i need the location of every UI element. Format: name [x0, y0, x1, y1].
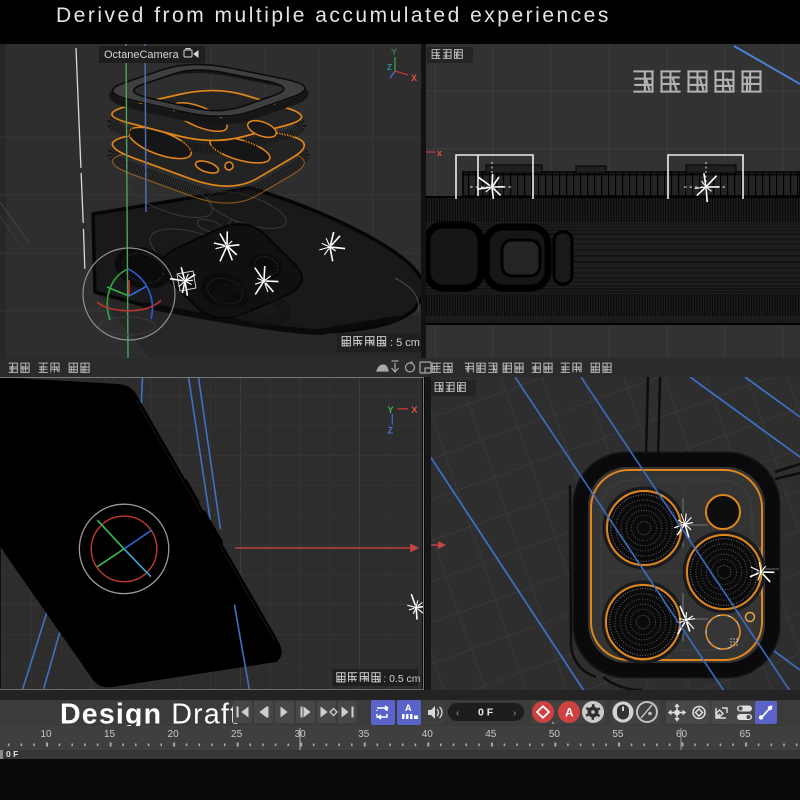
svg-text:35: 35	[358, 729, 370, 740]
svg-text:15: 15	[104, 729, 116, 740]
svg-text:X: X	[411, 404, 418, 415]
svg-text:45: 45	[485, 729, 497, 740]
svg-text:20: 20	[168, 729, 180, 740]
svg-text:A: A	[565, 706, 574, 720]
svg-text:: 5 cm: : 5 cm	[390, 337, 420, 349]
svg-text:Z: Z	[387, 63, 392, 72]
svg-text:OctaneCamera: OctaneCamera	[104, 49, 179, 61]
svg-text:Design Draft: Design Draft	[60, 700, 239, 726]
svg-text:Z: Z	[387, 425, 393, 436]
svg-text:Y: Y	[387, 404, 394, 415]
svg-text:50: 50	[549, 729, 561, 740]
svg-text:: 0.5 cm: : 0.5 cm	[383, 674, 420, 685]
svg-text:10: 10	[40, 729, 52, 740]
svg-text:0 F: 0 F	[478, 707, 494, 719]
svg-text:‹: ‹	[456, 708, 459, 719]
svg-text:65: 65	[739, 729, 751, 740]
svg-text:Y: Y	[391, 47, 397, 57]
svg-text:55: 55	[612, 729, 624, 740]
svg-text:›: ›	[513, 708, 516, 719]
svg-text:x: x	[437, 148, 442, 158]
svg-text:A: A	[405, 703, 412, 713]
svg-text:40: 40	[422, 729, 434, 740]
svg-text:X: X	[411, 73, 417, 83]
svg-text:25: 25	[231, 729, 243, 740]
svg-text:60: 60	[676, 729, 688, 740]
